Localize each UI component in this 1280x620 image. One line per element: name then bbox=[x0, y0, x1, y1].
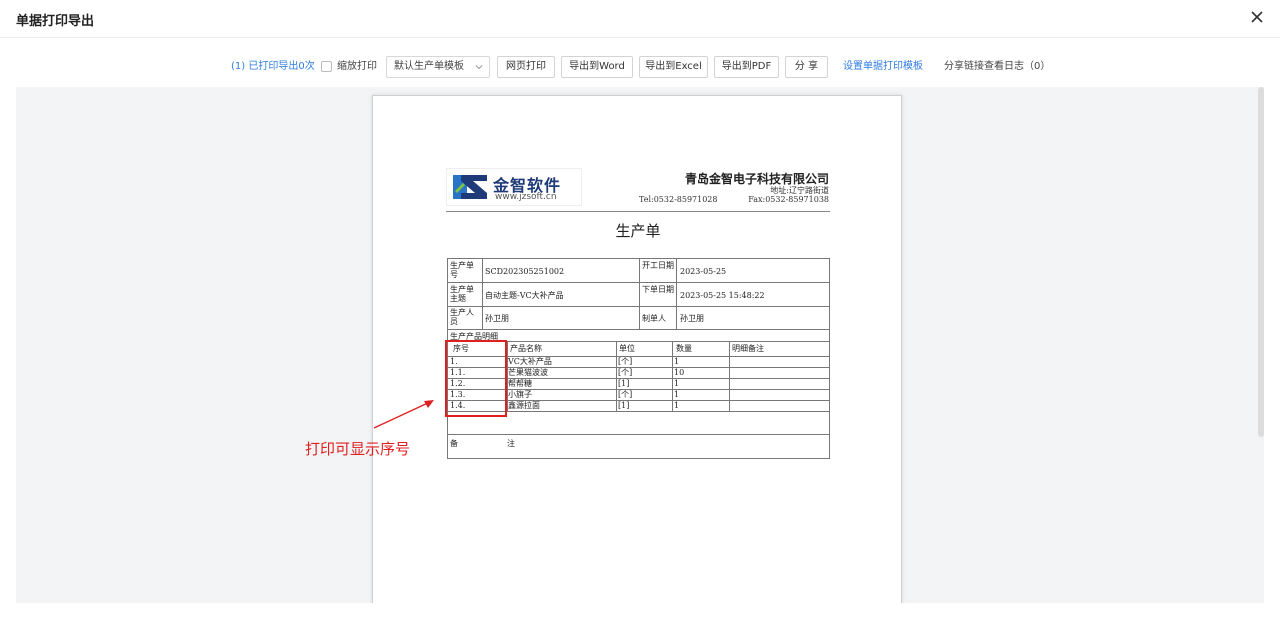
order-date-value: 2023-05-25 15:48:22 bbox=[680, 291, 765, 300]
col-divider bbox=[676, 259, 677, 329]
detail-cell: [1] bbox=[618, 379, 630, 388]
detail-cell: 鑫源拉面 bbox=[508, 401, 540, 410]
header-divider bbox=[446, 211, 830, 212]
maker-value: 孙卫朋 bbox=[680, 314, 704, 323]
col-divider bbox=[482, 259, 483, 329]
detail-cell: 10 bbox=[674, 368, 685, 377]
template-select-value: 默认生产单模板 bbox=[394, 61, 464, 72]
scrollbar[interactable] bbox=[1258, 87, 1264, 437]
document-page: 金智软件 www.jzsoft.cn 青岛金智电子科技有限公司 地址:辽宁路街道… bbox=[372, 95, 902, 603]
detail-cell: 1 bbox=[674, 390, 680, 399]
export-pdf-button[interactable]: 导出到PDF bbox=[714, 56, 779, 78]
chevron-down-icon bbox=[475, 65, 483, 70]
order-date-label: 下单日期 bbox=[642, 285, 674, 294]
order-no-label: 生产单号 bbox=[450, 261, 474, 279]
row-divider bbox=[448, 329, 829, 330]
document-title: 生产单 bbox=[615, 222, 661, 240]
detail-cell: [个] bbox=[618, 368, 633, 377]
export-word-button[interactable]: 导出到Word bbox=[561, 56, 633, 78]
scale-print-label: 缩放打印 bbox=[337, 61, 377, 72]
share-log-link[interactable]: 分享链接查看日志（0） bbox=[944, 55, 1050, 79]
detail-cell: 芒果猫波波 bbox=[508, 368, 548, 377]
company-fax: Fax:0532-85971038 bbox=[748, 195, 829, 204]
start-date-value: 2023-05-25 bbox=[680, 267, 727, 276]
remark-divider bbox=[448, 434, 829, 435]
export-excel-button[interactable]: 导出到Excel bbox=[639, 56, 708, 78]
share-button[interactable]: 分 享 bbox=[785, 56, 828, 78]
annotation-text: 打印可显示序号 bbox=[305, 440, 411, 458]
start-date-label: 开工日期 bbox=[642, 261, 674, 270]
serial-number-highlight-box bbox=[445, 340, 507, 417]
detail-cell: [个] bbox=[618, 357, 633, 366]
detail-cell: 小旗子 bbox=[508, 390, 532, 399]
detail-cell: [个] bbox=[618, 390, 633, 399]
detail-cell: 1 bbox=[674, 357, 680, 366]
set-print-template-link[interactable]: 设置单据打印模板 bbox=[843, 55, 923, 79]
subject-label: 生产单主题 bbox=[450, 285, 474, 303]
detail-header-remark: 明细备注 bbox=[732, 344, 764, 353]
web-print-button[interactable]: 网页打印 bbox=[497, 56, 555, 78]
dialog-title: 单据打印导出 bbox=[16, 14, 95, 29]
remark-label-2: 注 bbox=[507, 439, 515, 448]
toolbar: (1) 已打印导出0次 缩放打印 默认生产单模板 网页打印 导出到Word 导出… bbox=[0, 55, 1280, 79]
detail-header-qty: 数量 bbox=[676, 344, 692, 353]
print-preview-area: 金智软件 www.jzsoft.cn 青岛金智电子科技有限公司 地址:辽宁路街道… bbox=[16, 87, 1264, 603]
scale-print-checkbox[interactable] bbox=[321, 61, 332, 72]
annotation-arrow-icon bbox=[373, 400, 434, 429]
detail-cell: 1 bbox=[674, 379, 680, 388]
detail-cell: 帮帮糖 bbox=[508, 379, 532, 388]
remark-label-1: 备 bbox=[450, 439, 458, 448]
producer-label: 生产人员 bbox=[450, 308, 474, 326]
detail-header-product: 产品名称 bbox=[510, 344, 542, 353]
logo-site-text: www.jzsoft.cn bbox=[495, 192, 557, 202]
subject-value: 自动主题-VC大补产品 bbox=[485, 291, 564, 300]
detail-cell: 1 bbox=[674, 401, 680, 410]
maker-label: 制单人 bbox=[642, 314, 666, 323]
company-logo: 金智软件 www.jzsoft.cn bbox=[446, 168, 582, 206]
detail-col-divider bbox=[616, 341, 617, 411]
print-count-link[interactable]: (1) 已打印导出0次 bbox=[231, 55, 315, 79]
company-tel: Tel:0532-85971028 bbox=[639, 195, 718, 204]
producer-value: 孙卫朋 bbox=[485, 314, 509, 323]
col-divider bbox=[639, 259, 640, 329]
order-no-value: SCD202305251002 bbox=[485, 267, 565, 276]
detail-cell: VC大补产品 bbox=[508, 357, 552, 366]
detail-col-divider bbox=[672, 341, 673, 411]
close-icon[interactable] bbox=[1248, 8, 1266, 26]
detail-header-unit: 单位 bbox=[619, 344, 635, 353]
dialog-header: 单据打印导出 bbox=[0, 0, 1280, 38]
detail-col-divider bbox=[729, 341, 730, 411]
detail-cell: [1] bbox=[618, 401, 630, 410]
logo-mark-icon bbox=[453, 175, 487, 199]
template-select[interactable]: 默认生产单模板 bbox=[386, 56, 490, 78]
